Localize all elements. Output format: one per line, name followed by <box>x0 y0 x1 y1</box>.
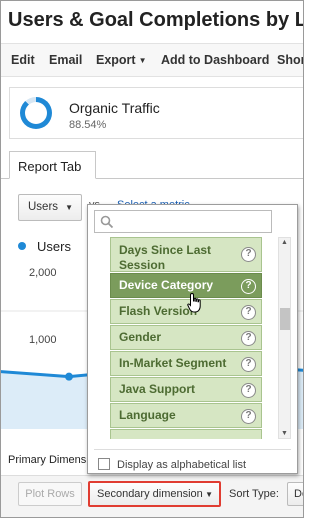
add-to-dashboard-button[interactable]: Add to Dashboard <box>161 53 269 67</box>
help-icon[interactable]: ? <box>241 279 256 294</box>
help-icon[interactable]: ? <box>241 331 256 346</box>
report-window: Users & Goal Completions by La Edit Emai… <box>0 0 304 518</box>
help-icon[interactable]: ? <box>241 383 256 398</box>
legend-dot-icon <box>18 242 26 250</box>
hand-cursor-icon <box>187 292 201 313</box>
primary-dimension-label: Primary Dimensio <box>8 454 95 466</box>
secondary-dimension-button[interactable]: Secondary dimension ▼ <box>88 481 221 507</box>
help-icon[interactable]: ? <box>241 305 256 320</box>
sort-type-label: Sort Type: <box>229 488 279 500</box>
alphabetical-checkbox[interactable] <box>98 458 110 470</box>
tab-report[interactable]: Report Tab <box>9 151 96 179</box>
segment-name: Organic Traffic <box>69 100 160 116</box>
dimension-item-days-since-last-session[interactable]: Days Since Last Session ? <box>110 237 262 272</box>
chevron-down-icon: ▼ <box>65 203 73 212</box>
dimension-item-label: Flash Version <box>119 304 198 318</box>
report-toolbar: Edit Email Export ▼ Add to Dashboard Shor <box>1 43 303 77</box>
segment-percent: 88.54% <box>69 119 107 131</box>
dimension-item-partial[interactable] <box>110 429 262 439</box>
sort-type-select[interactable]: De <box>287 482 303 506</box>
alphabetical-label: Display as alphabetical list <box>117 459 247 471</box>
scroll-up-icon[interactable]: ▲ <box>279 239 290 246</box>
metric-select-label: Users <box>28 201 59 213</box>
dimension-item-language[interactable]: Language ? <box>110 403 262 428</box>
dimension-item-device-category[interactable]: Device Category ? <box>110 273 262 298</box>
help-icon[interactable]: ? <box>241 409 256 424</box>
dimension-item-flash-version[interactable]: Flash Version ? <box>110 299 262 324</box>
scrollbar-thumb[interactable] <box>280 308 290 330</box>
dropdown-scrollbar[interactable]: ▲ ▼ <box>278 237 291 439</box>
dimension-item-label: In-Market Segment <box>119 356 227 370</box>
chevron-down-icon: ▼ <box>205 490 213 499</box>
dimension-search-input[interactable] <box>94 210 272 233</box>
scroll-down-icon[interactable]: ▼ <box>279 430 290 437</box>
data-point[interactable] <box>65 372 73 381</box>
export-button[interactable]: Export ▼ <box>96 53 147 67</box>
shortcut-button[interactable]: Shor <box>277 53 303 67</box>
dimension-item-label: Session <box>119 258 166 272</box>
chevron-down-icon: ▼ <box>138 56 147 65</box>
dimension-list: Days Since Last Session ? Device Categor… <box>110 237 262 439</box>
dimension-item-label: Days Since Last <box>119 243 212 257</box>
secondary-dimension-dropdown: Days Since Last Session ? Device Categor… <box>87 204 298 474</box>
email-button[interactable]: Email <box>49 53 82 67</box>
segment-donut-icon <box>20 97 52 129</box>
dimension-item-in-market-segment[interactable]: In-Market Segment ? <box>110 351 262 376</box>
secondary-dimension-label: Secondary dimension <box>97 488 203 500</box>
dimension-item-label: Language <box>119 408 176 422</box>
report-title: Users & Goal Completions by La <box>8 9 304 31</box>
plot-rows-button[interactable]: Plot Rows <box>18 482 82 506</box>
export-label: Export <box>96 53 136 67</box>
help-icon[interactable]: ? <box>241 357 256 372</box>
search-icon <box>100 215 114 229</box>
metric-select[interactable]: Users ▼ <box>18 194 82 221</box>
dimension-item-label: Java Support <box>119 382 196 396</box>
help-icon[interactable]: ? <box>241 247 256 262</box>
edit-button[interactable]: Edit <box>11 53 35 67</box>
dimension-item-label: Gender <box>119 330 162 344</box>
dimension-item-label: Device Category <box>119 278 214 292</box>
dropdown-divider <box>94 449 291 450</box>
dimension-item-java-support[interactable]: Java Support ? <box>110 377 262 402</box>
dimension-item-gender[interactable]: Gender ? <box>110 325 262 350</box>
